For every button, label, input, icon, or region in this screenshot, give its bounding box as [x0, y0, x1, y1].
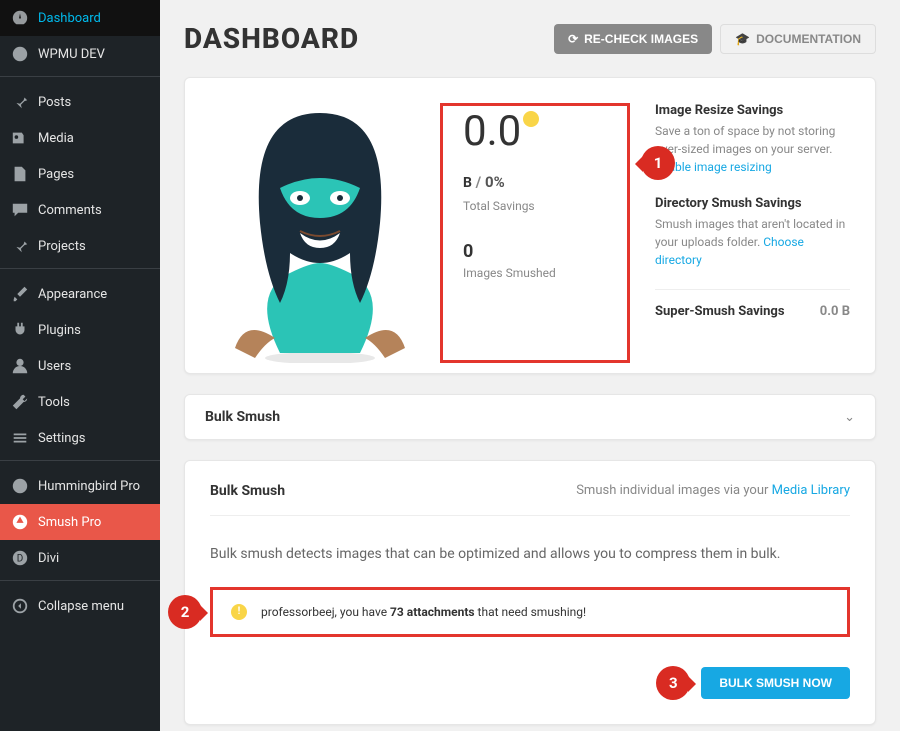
sidebar-item-comments[interactable]: Comments	[0, 192, 160, 228]
images-smushed-label: Images Smushed	[463, 266, 617, 280]
annotation-marker-2: 2	[168, 595, 202, 629]
sidebar-item-collapse[interactable]: Collapse menu	[0, 588, 160, 624]
settings-icon	[10, 428, 30, 448]
sidebar-item-tools[interactable]: Tools	[0, 384, 160, 420]
images-smushed-count: 0	[463, 241, 617, 262]
chevron-down-icon: ⌄	[844, 410, 855, 425]
sidebar-item-divi[interactable]: D Divi	[0, 540, 160, 576]
hummingbird-icon	[10, 476, 30, 496]
summary-card: 1 0.0 B / 0% Total Savings 0 Images Smus…	[184, 77, 876, 374]
media-icon	[10, 128, 30, 148]
user-icon	[10, 356, 30, 376]
graduation-icon: 🎓	[735, 32, 750, 46]
sidebar-item-media[interactable]: Media	[0, 120, 160, 156]
documentation-button[interactable]: 🎓 DOCUMENTATION	[720, 24, 876, 54]
smush-icon	[10, 512, 30, 532]
sidebar-item-label: Appearance	[38, 287, 107, 302]
notice-count: 73 attachments	[390, 605, 475, 619]
svg-text:D: D	[17, 554, 23, 565]
savings-value: 0.0	[463, 107, 521, 156]
button-label: DOCUMENTATION	[756, 32, 861, 46]
bulk-smush-title: Bulk Smush	[210, 483, 285, 499]
directory-savings-title: Directory Smush Savings	[655, 196, 850, 211]
sidebar-item-label: WPMU DEV	[38, 47, 105, 62]
page-title: DASHBOARD	[184, 22, 359, 55]
sidebar-item-label: Smush Pro	[38, 515, 101, 530]
dashboard-icon	[10, 8, 30, 28]
sidebar-item-label: Dashboard	[38, 11, 101, 26]
bulk-smush-accordion[interactable]: Bulk Smush ⌄	[184, 394, 876, 440]
annotation-marker-1: 1	[641, 146, 675, 180]
resize-savings-text: Save a ton of space by not storing over-…	[655, 124, 835, 156]
sidebar-item-projects[interactable]: Projects	[0, 228, 160, 264]
sidebar-item-pages[interactable]: Pages	[0, 156, 160, 192]
sidebar-item-settings[interactable]: Settings	[0, 420, 160, 456]
resize-savings-title: Image Resize Savings	[655, 103, 850, 118]
bulk-smush-now-button[interactable]: BULK SMUSH NOW	[701, 667, 850, 699]
refresh-icon: ⟳	[568, 32, 578, 46]
wrench-icon	[10, 392, 30, 412]
pin-icon	[10, 92, 30, 112]
info-icon	[523, 111, 539, 127]
savings-sep: /	[472, 173, 485, 191]
warning-icon: !	[231, 604, 247, 620]
super-smush-value: 0.0 B	[820, 304, 850, 319]
directory-savings-text: Smush images that aren't located in your…	[655, 217, 845, 249]
brush-icon	[10, 284, 30, 304]
page-icon	[10, 164, 30, 184]
sidebar-item-smushpro[interactable]: Smush Pro	[0, 504, 160, 540]
mascot-image	[210, 103, 430, 363]
sidebar-item-users[interactable]: Users	[0, 348, 160, 384]
accordion-title: Bulk Smush	[205, 409, 280, 425]
sidebar-item-dashboard[interactable]: Dashboard	[0, 0, 160, 36]
bulk-description: Bulk smush detects images that can be op…	[210, 546, 850, 562]
sidebar-item-label: Settings	[38, 431, 85, 446]
sidebar-item-plugins[interactable]: Plugins	[0, 312, 160, 348]
super-smush-title: Super-Smush Savings	[655, 304, 785, 319]
sidebar-item-label: Hummingbird Pro	[38, 479, 140, 494]
notice-pre: professorbeej, you have	[261, 605, 390, 619]
sidebar-item-label: Comments	[38, 203, 102, 218]
attachments-notice: 2 ! professorbeej, you have 73 attachmen…	[210, 587, 850, 637]
comment-icon	[10, 200, 30, 220]
notice-post: that need smushing!	[475, 605, 587, 619]
savings-percent: 0%	[485, 173, 505, 191]
collapse-icon	[10, 596, 30, 616]
button-label: RE-CHECK IMAGES	[584, 32, 698, 46]
sidebar-item-label: Projects	[38, 239, 86, 254]
sidebar-item-label: Pages	[38, 167, 74, 182]
sidebar-item-label: Tools	[38, 395, 70, 410]
recheck-images-button[interactable]: ⟳ RE-CHECK IMAGES	[554, 24, 712, 54]
sidebar-item-appearance[interactable]: Appearance	[0, 276, 160, 312]
sidebar-item-wpmudev[interactable]: WPMU DEV	[0, 36, 160, 72]
sidebar-item-posts[interactable]: Posts	[0, 84, 160, 120]
stats-box: 1 0.0 B / 0% Total Savings 0 Images Smus…	[440, 103, 630, 363]
sidebar-item-label: Users	[38, 359, 71, 374]
bulk-smush-card: Bulk Smush Smush individual images via y…	[184, 460, 876, 725]
sidebar-item-label: Divi	[38, 551, 59, 566]
sidebar-item-label: Posts	[38, 95, 71, 110]
savings-unit: B	[463, 175, 472, 191]
media-library-link[interactable]: Media Library	[772, 483, 850, 498]
sidebar-item-label: Plugins	[38, 323, 81, 338]
sidebar-item-label: Collapse menu	[38, 599, 124, 614]
annotation-marker-3: 3	[656, 666, 690, 700]
pin-icon	[10, 236, 30, 256]
sidebar-item-label: Media	[38, 131, 74, 146]
wpmudev-icon	[10, 44, 30, 64]
divi-icon: D	[10, 548, 30, 568]
total-savings-label: Total Savings	[463, 199, 617, 213]
sidebar-item-hummingbird[interactable]: Hummingbird Pro	[0, 468, 160, 504]
plug-icon	[10, 320, 30, 340]
via-prefix: Smush individual images via your	[576, 483, 771, 498]
